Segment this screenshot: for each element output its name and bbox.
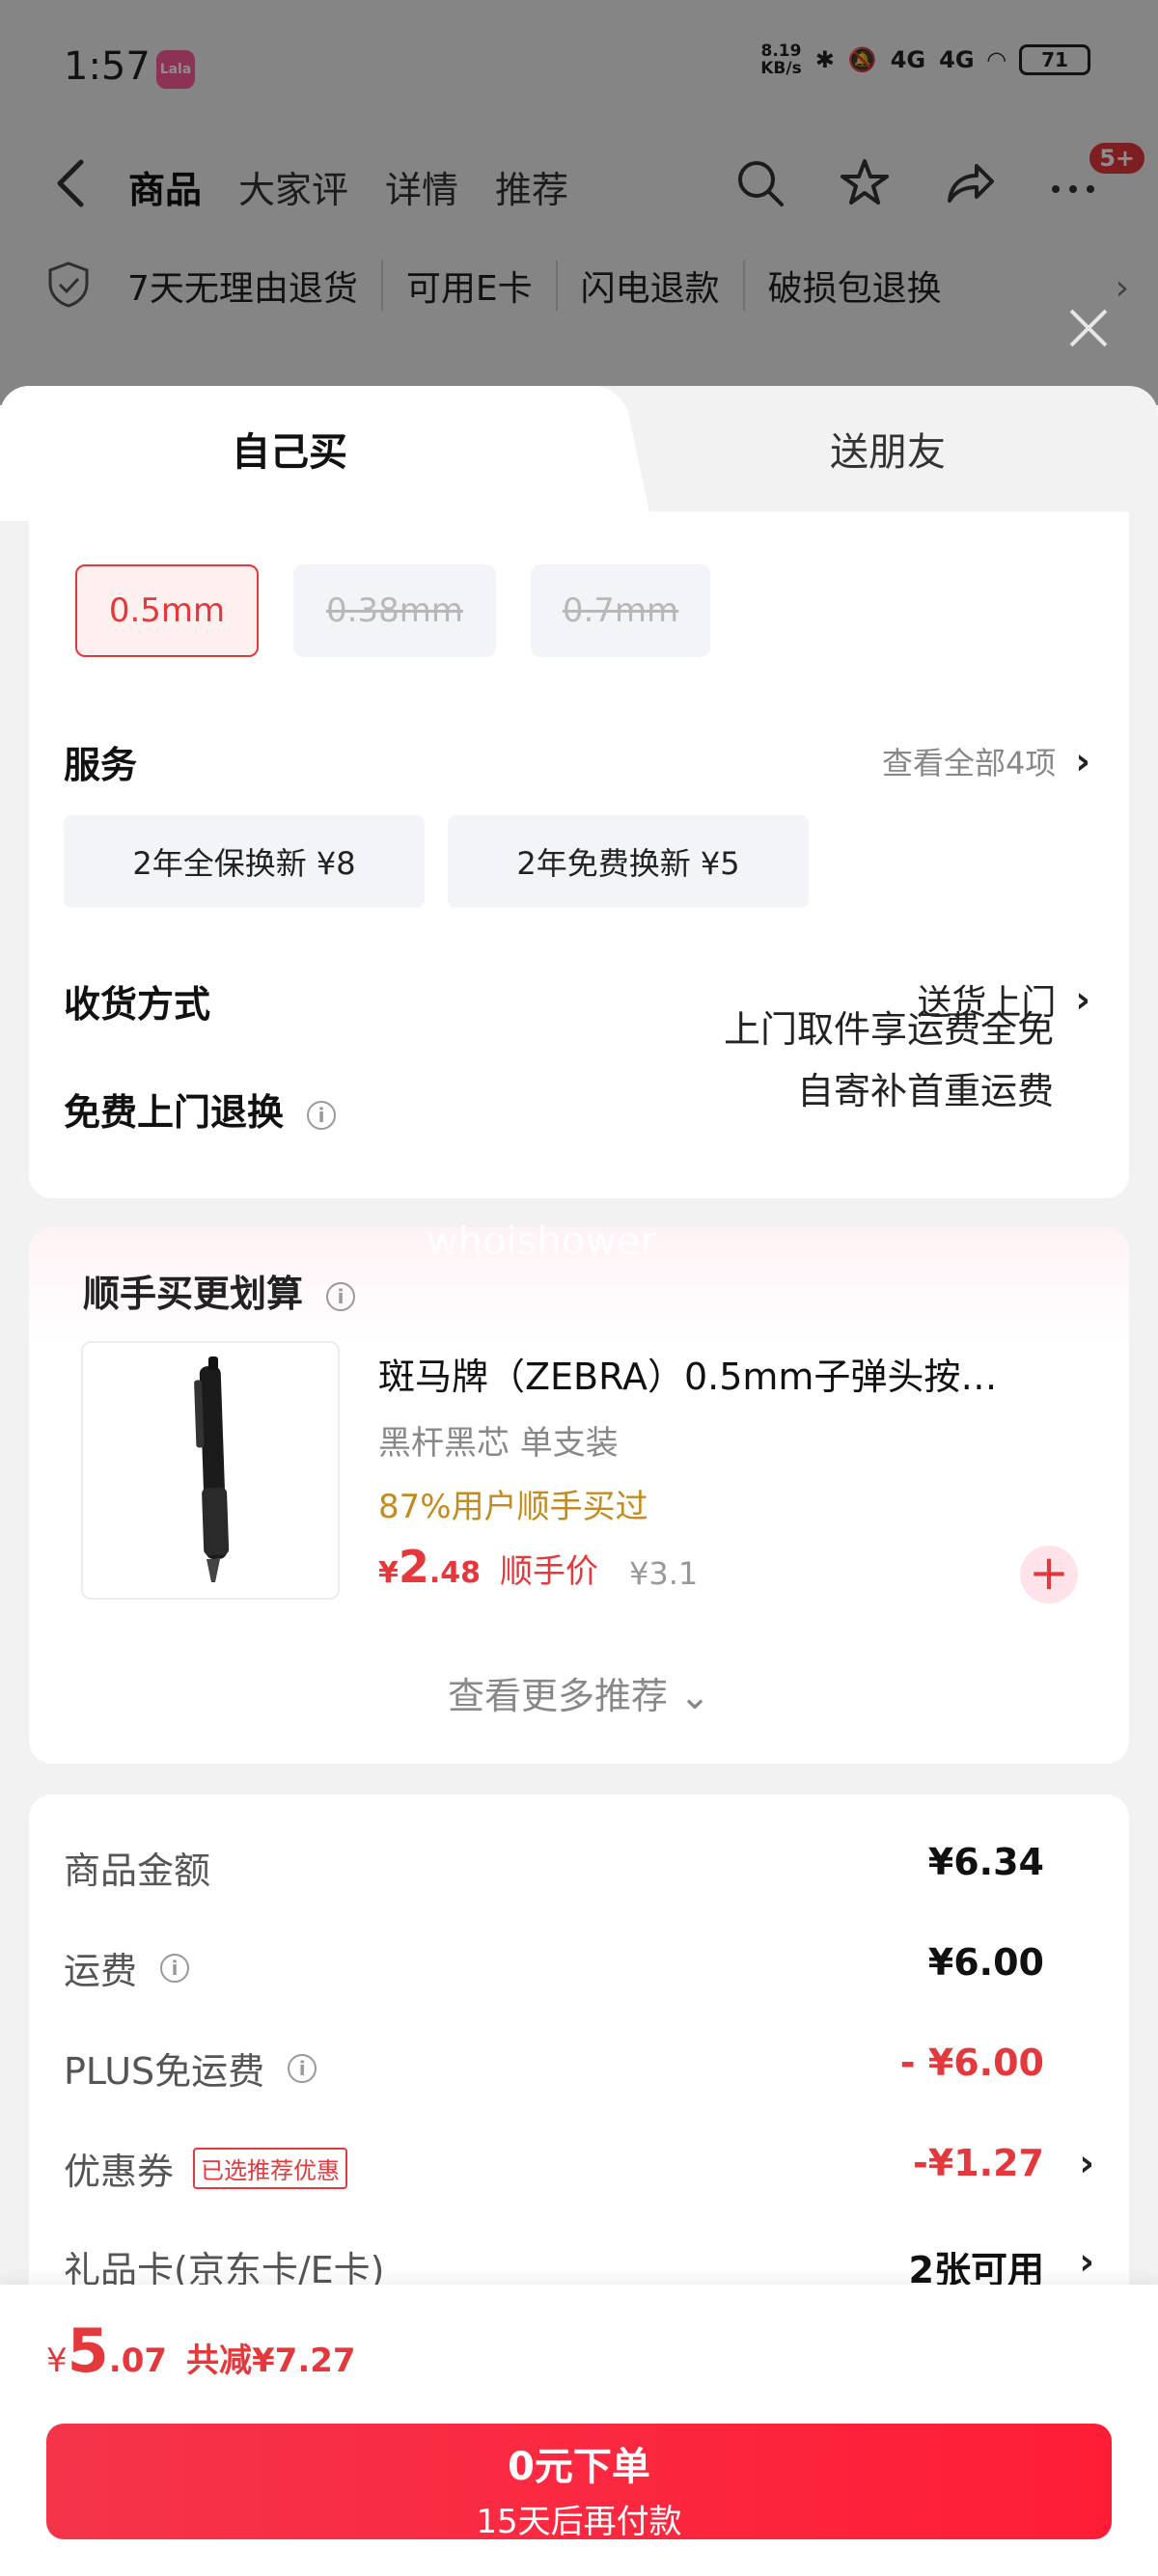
modal-overlay[interactable] (0, 0, 1158, 405)
info-icon[interactable]: i (288, 2053, 317, 2083)
info-icon[interactable]: i (307, 1100, 337, 1130)
view-all-services[interactable]: 查看全部4项 › (882, 739, 1090, 783)
product-spec: 黑杆黑芯 单支装 (378, 1424, 619, 1463)
goods-amount-row: 商品金额 ¥6.34 (64, 1841, 1044, 1892)
coupon-tag: 已选推荐优惠 (193, 2148, 348, 2189)
service-label: 服务 (64, 744, 138, 786)
options-card: 0.5mm 0.38mm 0.7mm 服务 查看全部4项 › 2年全保换新 ¥8… (29, 511, 1129, 1198)
tab-gift-friend[interactable]: 送朋友 (618, 386, 1158, 521)
chevron-right-icon: › (1079, 2240, 1094, 2283)
info-icon[interactable]: i (160, 1953, 190, 1983)
shipping-row: 运费 i ¥6.00 (64, 1941, 1044, 1992)
spec-option-selected[interactable]: 0.5mm (75, 564, 259, 657)
chevron-right-icon: › (1075, 740, 1090, 782)
checkout-bar: ¥ 5 .07 共减¥7.27 0元下单 15天后再付款 (0, 2285, 1158, 2576)
coupon-row[interactable]: 优惠券 已选推荐优惠 -¥1.27 › (64, 2142, 1094, 2200)
more-recommendations[interactable]: 查看更多推荐 ⌄ (29, 1666, 1129, 1719)
upsell-card: whoishower 顺手买更划算 i 斑马牌（ZEBRA）0.5mm子弹头按… … (29, 1219, 1129, 1764)
upsell-title: 顺手买更划算 i (83, 1264, 356, 1317)
free-return-label: 免费上门退换 i (64, 1082, 337, 1136)
product-image[interactable] (81, 1341, 340, 1600)
info-icon[interactable]: i (326, 1281, 356, 1311)
total-price: ¥ 5 .07 共减¥7.27 (46, 2316, 356, 2386)
service-options: 2年全保换新 ¥8 2年免费换新 ¥5 (64, 815, 809, 908)
place-order-button[interactable]: 0元下单 15天后再付款 (46, 2424, 1112, 2541)
product-name[interactable]: 斑马牌（ZEBRA）0.5mm子弹头按… (378, 1347, 1073, 1400)
service-option-free-replace[interactable]: 2年免费换新 ¥5 (448, 815, 809, 908)
spec-option-disabled: 0.7mm (531, 564, 710, 657)
spec-options: 0.5mm 0.38mm 0.7mm (75, 564, 710, 657)
sheet-tabs: 自己买 送朋友 (0, 386, 1158, 521)
close-icon[interactable] (1062, 301, 1116, 355)
chevron-right-icon: › (1079, 2142, 1094, 2184)
plus-free-shipping-row: PLUS免运费 i - ¥6.00 (64, 2042, 1044, 2093)
tab-buy-for-self[interactable]: 自己买 (0, 386, 579, 521)
total-saved: 共减¥7.27 (186, 2342, 356, 2380)
service-option-full-protection[interactable]: 2年全保换新 ¥8 (64, 815, 425, 908)
pen-image (194, 1357, 230, 1582)
add-to-order-button[interactable]: + (1020, 1546, 1078, 1603)
purchase-sheet: 自己买 送朋友 0.5mm 0.38mm 0.7mm 服务 查看全部4项 › 2… (0, 386, 1158, 2576)
spec-option-disabled: 0.38mm (293, 564, 496, 657)
product-popularity: 87%用户顺手买过 (378, 1488, 648, 1526)
watermark: whoishower (427, 1219, 657, 1264)
product-price: ¥ 2 .48 顺手价 (378, 1541, 599, 1593)
original-price: ¥3.1 (629, 1555, 699, 1592)
delivery-label: 收货方式 (64, 983, 211, 1026)
free-return-info: 上门取件享运费全免 自寄补首重运费 (723, 1008, 1054, 1112)
chevron-right-icon: › (1075, 978, 1090, 1021)
